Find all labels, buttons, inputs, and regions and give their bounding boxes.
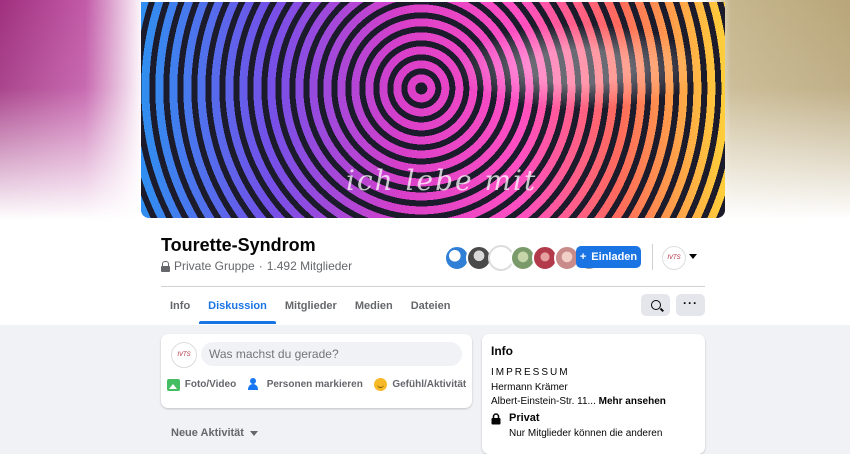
impressum-address: Albert-Einstein-Str. 11... <box>491 396 596 407</box>
photo-video-label: Foto/Video <box>184 379 237 390</box>
feed-sort-label: Neue Aktivität <box>171 427 244 439</box>
composer-avatar-logo: IVTS <box>177 352 191 358</box>
composer-actions: Foto/Video Personen markieren Gefühl/Akt… <box>161 378 472 391</box>
chevron-down-icon <box>249 430 258 436</box>
group-privacy: Private Gruppe <box>174 259 255 273</box>
cover-overlay-text: ich lebe mit <box>346 164 538 197</box>
page-avatar-logo: IVTS <box>667 255 681 261</box>
feeling-activity-button[interactable]: Gefühl/Aktivität <box>374 378 466 391</box>
tag-people-icon <box>247 378 262 391</box>
meta-separator: · <box>258 259 263 273</box>
plus-icon: + <box>579 251 587 263</box>
search-button[interactable] <box>641 294 670 316</box>
feed-sort-dropdown[interactable]: Neue Aktivität <box>171 427 258 439</box>
privacy-title: Privat <box>509 412 540 424</box>
info-card-title: Info <box>491 344 513 358</box>
tab-medien[interactable]: Medien <box>346 288 402 324</box>
search-icon <box>650 300 661 310</box>
group-tabs: Info Diskussion Mitglieder Medien Dateie… <box>161 288 459 324</box>
impressum-name: Hermann Krämer <box>491 382 568 393</box>
info-card: Info IMPRESSUM Hermann Krämer Albert-Ein… <box>482 334 705 454</box>
group-header-area: ich lebe mit Tourette-Syndrom Private Gr… <box>0 0 850 325</box>
impressum-address-line: Albert-Einstein-Str. 11... Mehr ansehen <box>491 396 666 407</box>
feeling-icon <box>374 378 388 391</box>
see-more-link[interactable]: Mehr ansehen <box>599 396 666 407</box>
photo-icon <box>166 378 180 391</box>
composer-input[interactable] <box>201 342 462 366</box>
header-separator <box>161 286 705 287</box>
page-avatar[interactable]: IVTS <box>662 246 686 270</box>
invite-button[interactable]: + Einladen <box>576 246 641 268</box>
more-icon: ··· <box>683 295 698 310</box>
header-divider <box>652 244 653 270</box>
member-count[interactable]: 1.492 Mitglieder <box>267 259 352 273</box>
tab-diskussion[interactable]: Diskussion <box>199 288 276 324</box>
impressum-heading: IMPRESSUM <box>491 367 570 378</box>
photo-video-button[interactable]: Foto/Video <box>166 378 237 391</box>
invite-label: Einladen <box>591 251 638 263</box>
composer-avatar[interactable]: IVTS <box>171 342 197 368</box>
lock-icon <box>161 261 170 272</box>
lock-icon <box>491 413 501 425</box>
group-meta: Private Gruppe · 1.492 Mitglieder <box>161 259 352 273</box>
tab-mitglieder[interactable]: Mitglieder <box>276 288 346 324</box>
chevron-down-icon[interactable] <box>689 254 697 259</box>
tag-people-label: Personen markieren <box>266 379 363 390</box>
tab-dateien[interactable]: Dateien <box>402 288 460 324</box>
group-title[interactable]: Tourette-Syndrom <box>161 235 316 256</box>
more-button[interactable]: ··· <box>676 294 705 316</box>
post-composer: IVTS Foto/Video Personen markieren Gefüh… <box>161 334 472 408</box>
tag-people-button[interactable]: Personen markieren <box>247 378 363 391</box>
tab-info[interactable]: Info <box>161 288 199 324</box>
privacy-description: Nur Mitglieder können die anderen <box>509 428 663 439</box>
feeling-activity-label: Gefühl/Aktivität <box>392 379 467 390</box>
cover-photo[interactable]: ich lebe mit <box>141 2 725 218</box>
